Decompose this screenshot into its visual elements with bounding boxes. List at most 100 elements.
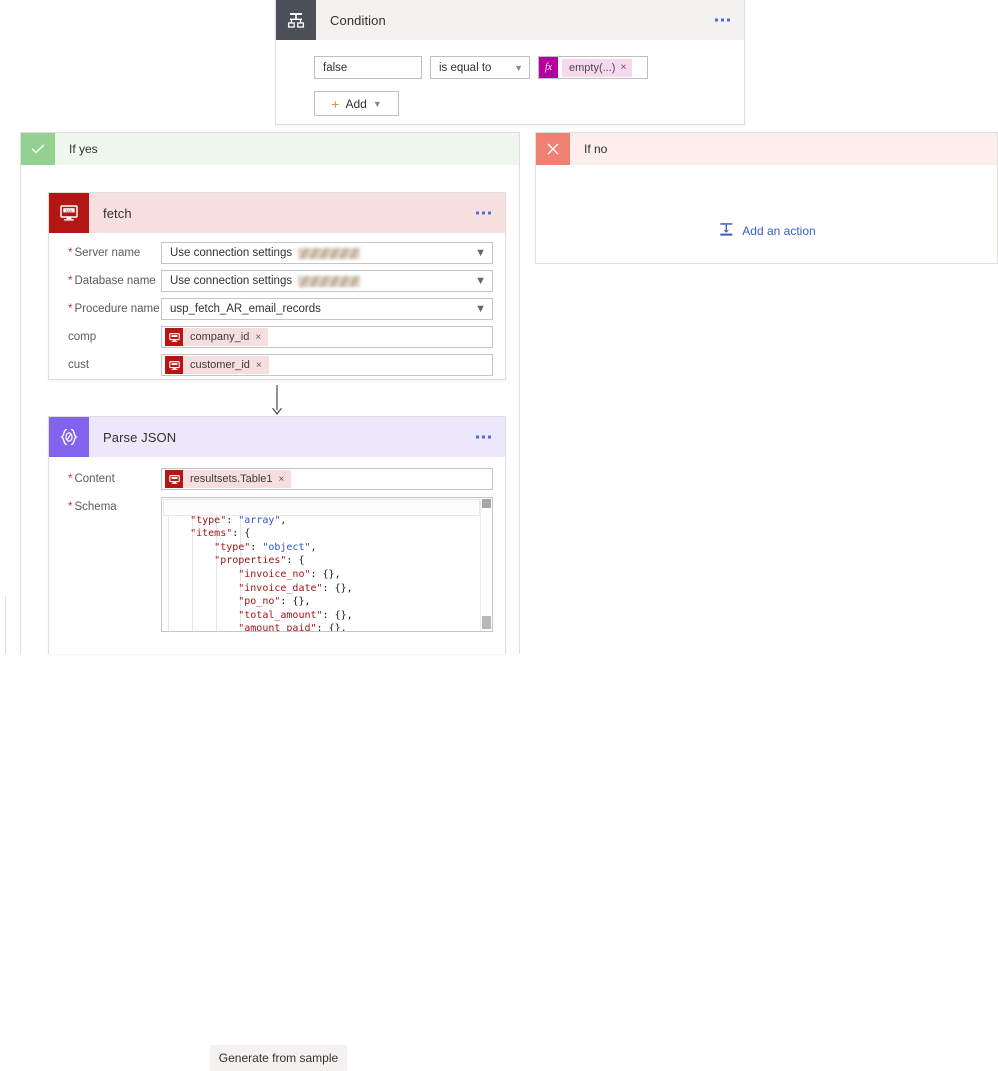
chevron-down-icon: ▼ bbox=[475, 247, 486, 259]
schema-editor-scrollbar[interactable] bbox=[480, 498, 492, 631]
schema-code-line: "type": "object", bbox=[214, 541, 317, 553]
checkmark-icon bbox=[21, 133, 55, 165]
redacted-value bbox=[298, 247, 361, 259]
field-row-procedure-name: * Procedure name usp_fetch_AR_email_recor… bbox=[49, 295, 505, 323]
required-asterisk: * bbox=[68, 501, 73, 513]
insert-step-icon bbox=[717, 221, 734, 241]
plus-icon: + bbox=[331, 95, 340, 112]
field-label-cust: cust bbox=[68, 359, 90, 371]
active-line-highlight bbox=[163, 499, 480, 516]
procedure-name-value: usp_fetch_AR_email_records bbox=[170, 303, 321, 315]
token-label: customer_id bbox=[190, 359, 250, 371]
schema-code-line: "invoice_date": {}, bbox=[238, 582, 353, 594]
token-chip-company-id: company_id × bbox=[183, 328, 269, 346]
condition-operator-select[interactable]: is equal to ▼ bbox=[430, 56, 530, 79]
field-label-procedure-name: * Procedure name bbox=[68, 303, 160, 315]
chevron-down-icon: ▼ bbox=[475, 275, 486, 287]
field-row-cust: cust customer_id × bbox=[49, 351, 505, 379]
token-label: company_id bbox=[190, 331, 250, 343]
chevron-down-icon: ▼ bbox=[514, 62, 523, 73]
schema-code-line: "invoice_no": {}, bbox=[238, 568, 341, 580]
dynamic-token-customer-id[interactable]: customer_id × bbox=[165, 356, 269, 374]
flow-connector-arrow bbox=[270, 385, 284, 419]
field-row-comp: comp company_id × bbox=[49, 323, 505, 351]
sql-server-icon bbox=[165, 328, 183, 346]
expression-token-chip[interactable]: empty(...) × bbox=[562, 58, 633, 77]
field-label-database-name: * Database name bbox=[68, 275, 156, 287]
content-input[interactable]: resultsets.Table1 × bbox=[161, 468, 493, 490]
fetch-card-title: fetch bbox=[103, 205, 132, 221]
schema-code-line: "po_no": {}, bbox=[238, 596, 311, 608]
branch-if-yes-label: If yes bbox=[69, 142, 98, 156]
required-asterisk: * bbox=[68, 473, 73, 485]
sql-server-icon: SQL bbox=[49, 193, 89, 233]
condition-right-operand-field[interactable]: fx empty(...) × bbox=[538, 56, 648, 79]
branch-if-no: If no Add an action bbox=[535, 132, 998, 264]
fetch-more-menu[interactable] bbox=[476, 211, 491, 215]
generate-from-sample-button[interactable]: Generate from sample bbox=[210, 1045, 347, 1071]
chevron-down-icon: ▼ bbox=[475, 303, 486, 315]
field-label-schema: * Schema bbox=[68, 501, 117, 513]
chevron-down-icon: ▼ bbox=[372, 98, 382, 109]
server-name-dropdown[interactable]: Use connection settings ▼ bbox=[161, 242, 493, 264]
cust-parameter-input[interactable]: customer_id × bbox=[161, 354, 493, 376]
remove-token-icon[interactable]: × bbox=[255, 332, 261, 343]
add-an-action-label: Add an action bbox=[742, 224, 816, 238]
schema-code-line: "properties": { bbox=[214, 555, 305, 567]
token-chip-customer-id: customer_id × bbox=[183, 356, 269, 374]
fetch-card-header[interactable]: SQL fetch bbox=[49, 193, 505, 233]
parse-json-card-title: Parse JSON bbox=[103, 429, 177, 445]
lane-guide bbox=[5, 596, 6, 654]
database-name-dropdown[interactable]: Use connection settings ▼ bbox=[161, 270, 493, 292]
cross-icon bbox=[536, 133, 570, 165]
sql-server-icon bbox=[165, 470, 183, 488]
flow-designer-canvas: Condition false is equal to ▼ fx empty(.… bbox=[0, 0, 998, 1071]
condition-add-row-button[interactable]: + Add ▼ bbox=[314, 91, 399, 116]
schema-code-line: "total_amount": {}, bbox=[238, 609, 353, 621]
required-asterisk: * bbox=[68, 303, 73, 315]
condition-add-label: Add bbox=[345, 96, 367, 111]
svg-text:SQL: SQL bbox=[65, 209, 72, 213]
condition-title: Condition bbox=[330, 12, 386, 28]
condition-body: false is equal to ▼ fx empty(...) × + Ad… bbox=[276, 40, 744, 116]
field-row-content: * Content resultsets.Table1 × bbox=[49, 465, 505, 493]
token-chip-resultsets-table1: resultsets.Table1 × bbox=[183, 470, 292, 488]
redacted-value bbox=[298, 275, 361, 287]
fetch-action-card[interactable]: SQL fetch * Server name Use connection se… bbox=[48, 192, 506, 380]
sql-server-icon bbox=[165, 356, 183, 374]
condition-more-menu[interactable] bbox=[715, 18, 730, 22]
condition-card-header[interactable]: Condition bbox=[276, 0, 744, 40]
remove-token-icon[interactable]: × bbox=[256, 360, 262, 371]
dynamic-token-resultsets-table1[interactable]: resultsets.Table1 × bbox=[165, 470, 292, 488]
condition-card[interactable]: Condition false is equal to ▼ fx empty(.… bbox=[275, 0, 745, 125]
dynamic-token-company-id[interactable]: company_id × bbox=[165, 328, 269, 346]
parse-json-more-menu[interactable] bbox=[476, 435, 491, 439]
schema-code-editor[interactable]: { "type": "array", "items": { "type": "o… bbox=[161, 497, 493, 632]
field-label-content: * Content bbox=[68, 473, 115, 485]
procedure-name-dropdown[interactable]: usp_fetch_AR_email_records ▼ bbox=[161, 298, 493, 320]
field-row-database-name: * Database name Use connection settings ▼ bbox=[49, 267, 505, 295]
scrollbar-resize-handle[interactable] bbox=[482, 616, 491, 629]
add-an-action-button[interactable]: Add an action bbox=[717, 221, 816, 241]
expression-token-label: empty(...) bbox=[569, 61, 616, 74]
comp-parameter-input[interactable]: company_id × bbox=[161, 326, 493, 348]
field-label-comp: comp bbox=[68, 331, 97, 343]
schema-code-line: "items": { bbox=[190, 528, 251, 540]
branch-if-yes-header: If yes bbox=[21, 133, 519, 165]
condition-left-operand-input[interactable]: false bbox=[314, 56, 422, 79]
condition-branch-icon bbox=[276, 0, 316, 40]
schema-code-content[interactable]: { "type": "array", "items": { "type": "o… bbox=[162, 498, 492, 632]
remove-token-icon[interactable]: × bbox=[279, 474, 285, 485]
server-name-value: Use connection settings bbox=[170, 247, 293, 259]
schema-code-line: "amount_paid": {}, bbox=[238, 623, 347, 632]
parse-json-card-header[interactable]: Parse JSON bbox=[49, 417, 505, 457]
condition-operator-value: is equal to bbox=[439, 61, 492, 74]
remove-token-icon[interactable]: × bbox=[620, 62, 626, 73]
field-row-server-name: * Server name Use connection settings ▼ bbox=[49, 239, 505, 267]
token-label: resultsets.Table1 bbox=[190, 473, 273, 485]
function-fx-icon: fx bbox=[539, 57, 558, 78]
scrollbar-thumb[interactable] bbox=[482, 499, 491, 508]
field-row-schema: *Schema { "type": "array", "items": { "t… bbox=[49, 497, 505, 632]
parse-json-icon bbox=[49, 417, 89, 457]
parse-json-action-card[interactable]: Parse JSON * Content resultsets.Table1 ×… bbox=[48, 416, 506, 1071]
